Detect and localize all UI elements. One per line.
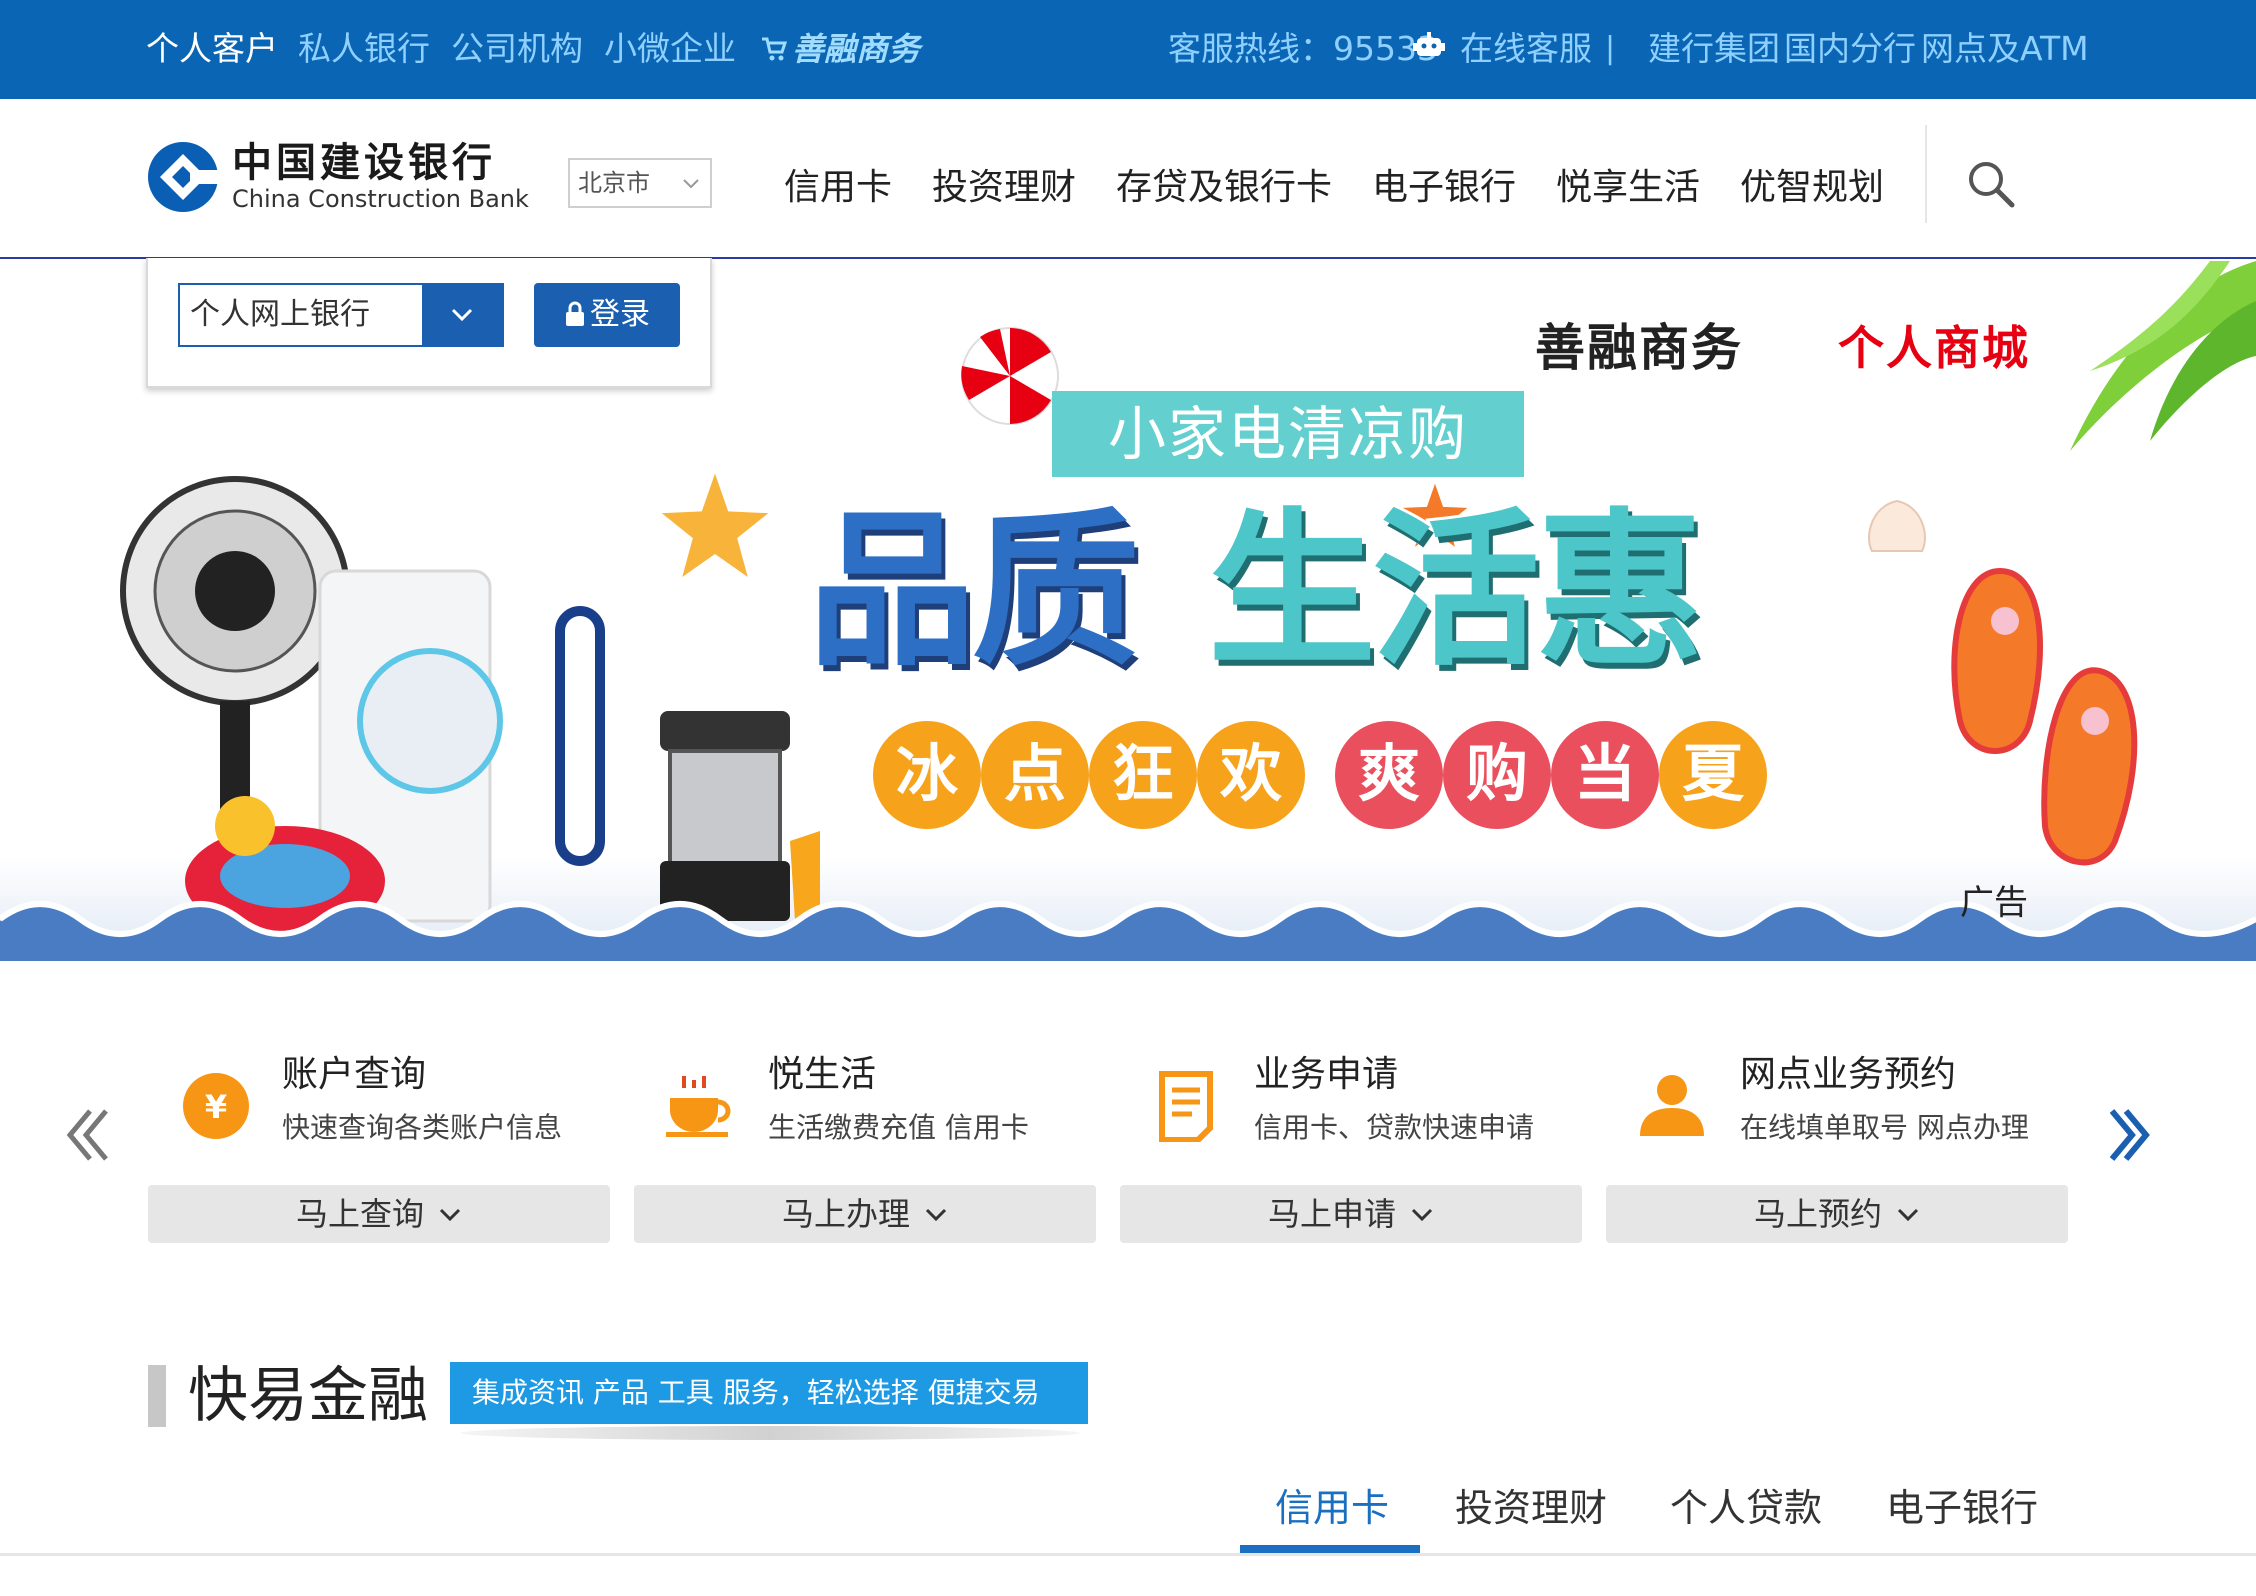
- banner-mall-left: 善融商务: [1535, 319, 1743, 377]
- wave-decoration: [0, 901, 2256, 961]
- lock-icon: [566, 301, 584, 326]
- logo-english-name: China Construction Bank: [232, 185, 529, 213]
- topbar-separator: |: [1605, 31, 1616, 66]
- service-life-button[interactable]: 马上办理: [634, 1185, 1096, 1243]
- chevron-down-icon: [925, 1208, 947, 1222]
- banner-circle-2: 点: [981, 721, 1089, 829]
- service-appointment-button-label: 马上预约: [1753, 1195, 1882, 1233]
- online-service-link[interactable]: 在线客服: [1460, 26, 1592, 72]
- topnav-small-business[interactable]: 小微企业: [604, 26, 736, 72]
- tab-personal-loan[interactable]: 个人贷款: [1670, 1480, 1822, 1536]
- topnav-outlets-atm[interactable]: 网点及ATM: [1921, 26, 2089, 72]
- yen-coin-icon: ¥: [183, 1073, 249, 1139]
- nav-credit-card[interactable]: 信用卡: [784, 160, 892, 216]
- banner-circle-4: 欢: [1197, 721, 1305, 829]
- cart-icon: [762, 37, 788, 61]
- nav-investment[interactable]: 投资理财: [932, 160, 1076, 216]
- login-type-select[interactable]: 个人网上银行: [178, 283, 504, 347]
- banner-mall-right: 个人商城: [1838, 321, 2030, 375]
- service-account-button[interactable]: 马上查询: [148, 1185, 610, 1243]
- service-appointment-title: 网点业务预约: [1740, 1054, 1957, 1095]
- nav-deposit-loan-card[interactable]: 存贷及银行卡: [1116, 160, 1332, 216]
- chevron-down-icon: [451, 308, 473, 322]
- header-divider: [1925, 125, 1927, 223]
- ccb-logo-icon[interactable]: [146, 140, 220, 214]
- chevron-down-icon: [1897, 1208, 1919, 1222]
- chevron-down-icon: [683, 179, 699, 189]
- banner-circle-6: 购: [1443, 721, 1551, 829]
- service-account-desc: 快速查询各类账户信息: [282, 1111, 563, 1144]
- topnav-personal[interactable]: 个人客户: [146, 26, 278, 72]
- banner-headline-part2: 生活惠: [1205, 490, 1707, 692]
- banner-circle-1: 冰: [873, 721, 981, 829]
- login-type-value: 个人网上银行: [190, 297, 370, 332]
- person-icon: [1640, 1075, 1704, 1136]
- city-select-value: 北京市: [578, 169, 650, 197]
- chevron-right-icon[interactable]: [2100, 1105, 2156, 1165]
- svg-text:¥: ¥: [205, 1088, 227, 1126]
- starfish-icon: [650, 461, 780, 590]
- nav-e-banking[interactable]: 电子银行: [1372, 160, 1516, 216]
- tagline-shadow: [460, 1426, 1080, 1440]
- service-apply-desc: 信用卡、贷款快速申请: [1254, 1111, 1535, 1144]
- shell-icon: [1868, 499, 1926, 552]
- section-tagline: 集成资讯 产品 工具 服务，轻松选择 便捷交易: [450, 1362, 1088, 1424]
- logo-chinese-name: 中国建设银行: [232, 140, 496, 186]
- chevron-down-icon: [1411, 1208, 1433, 1222]
- top-bar: 个人客户 私人银行 公司机构 小微企业 善融商务 客服热线：95533 在线客服…: [0, 0, 2256, 99]
- login-button[interactable]: 登录: [534, 283, 680, 347]
- hotline-text: 客服热线：95533: [1168, 29, 1438, 68]
- service-appointment-desc: 在线填单取号 网点办理: [1740, 1111, 2029, 1144]
- shanrong-label: 善融商务: [792, 30, 921, 68]
- service-life-desc: 生活缴费充值 信用卡: [768, 1111, 1029, 1144]
- service-account-title: 账户查询: [282, 1054, 427, 1095]
- chevron-left-icon[interactable]: [60, 1105, 116, 1165]
- login-button-label: 登录: [590, 297, 650, 332]
- service-apply-button-label: 马上申请: [1267, 1195, 1396, 1233]
- tabs-baseline: [0, 1553, 2256, 1556]
- document-icon: [1159, 1071, 1213, 1142]
- banner-circle-8: 夏: [1659, 721, 1767, 829]
- tab-e-banking[interactable]: 电子银行: [1886, 1480, 2038, 1536]
- service-apply-title: 业务申请: [1254, 1054, 1399, 1095]
- nav-planning[interactable]: 优智规划: [1740, 160, 1884, 216]
- service-life-button-label: 马上办理: [781, 1195, 910, 1233]
- chevron-down-icon: [439, 1208, 461, 1222]
- login-select-toggle[interactable]: [422, 285, 502, 345]
- tab-credit-card[interactable]: 信用卡: [1275, 1480, 1389, 1536]
- city-select[interactable]: 北京市: [568, 158, 712, 208]
- tab-investment[interactable]: 投资理财: [1455, 1480, 1607, 1536]
- palm-leaf-icon: [2070, 261, 2256, 451]
- section-marker: [148, 1365, 166, 1427]
- robot-icon: [1413, 32, 1445, 56]
- flip-flops-icon: [1951, 567, 2138, 866]
- search-icon[interactable]: [1965, 158, 2017, 210]
- coffee-cup-icon: [666, 1076, 731, 1137]
- banner-circle-5: 爽: [1335, 721, 1443, 829]
- nav-lifestyle[interactable]: 悦享生活: [1556, 160, 1700, 216]
- topnav-ccb-group[interactable]: 建行集团: [1648, 26, 1780, 72]
- service-appointment-button[interactable]: 马上预约: [1606, 1185, 2068, 1243]
- service-apply-button[interactable]: 马上申请: [1120, 1185, 1582, 1243]
- section-title: 快易金融: [188, 1361, 428, 1431]
- active-tab-indicator: [1240, 1545, 1420, 1553]
- ad-label: 广告: [1960, 883, 2028, 923]
- topnav-corporate[interactable]: 公司机构: [451, 26, 583, 72]
- service-account-button-label: 马上查询: [295, 1195, 424, 1233]
- service-life-title: 悦生活: [768, 1054, 877, 1095]
- banner-circle-7: 当: [1551, 721, 1659, 829]
- banner-subtitle: 小家电清凉购: [1052, 391, 1524, 477]
- topnav-shanrong[interactable]: 善融商务: [760, 26, 920, 72]
- topnav-domestic-branches[interactable]: 国内分行: [1784, 26, 1916, 72]
- topnav-private-banking[interactable]: 私人银行: [298, 26, 430, 72]
- banner-headline-part1: 品质: [805, 490, 1143, 692]
- banner-circle-3: 狂: [1089, 721, 1197, 829]
